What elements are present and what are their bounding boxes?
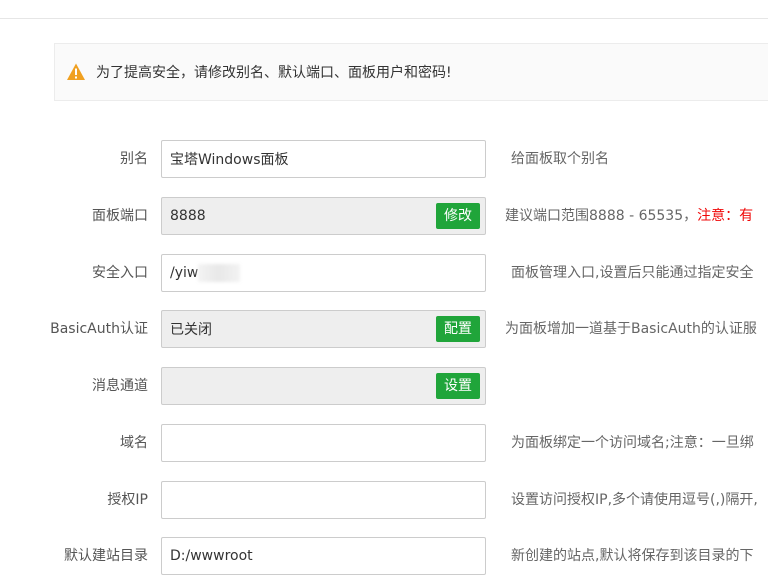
security-alert: 为了提高安全，请修改别名、默认端口、面板用户和密码! xyxy=(54,43,768,101)
message-settings-button[interactable]: 设置 xyxy=(436,373,480,399)
auth-ip-row: 授权IP 设置访问授权IP,多个请使用逗号(,)隔开, xyxy=(0,481,768,519)
port-label: 面板端口 xyxy=(92,208,148,224)
basicauth-row: BasicAuth认证 配置 为面板增加一道基于BasicAuth的认证服 xyxy=(0,310,768,348)
auth-ip-hint: 设置访问授权IP,多个请使用逗号(,)隔开, xyxy=(511,492,758,508)
redacted-mask xyxy=(198,264,240,282)
panel-settings-page: 为了提高安全，请修改别名、默认端口、面板用户和密码! 别名 给面板取个别名 面板… xyxy=(0,0,768,576)
domain-label: 域名 xyxy=(120,435,148,451)
port-hint: 建议端口范围8888 - 65535，注意：有 xyxy=(505,197,753,235)
alias-input[interactable] xyxy=(161,140,486,178)
site-dir-label: 默认建站目录 xyxy=(64,548,148,564)
auth-ip-input[interactable] xyxy=(161,481,486,519)
message-row: 消息通道 设置 xyxy=(0,367,768,405)
top-strip xyxy=(0,0,768,19)
port-hint-text: 建议端口范围8888 - 65535， xyxy=(505,208,698,224)
auth-ip-label: 授权IP xyxy=(107,492,148,508)
entrance-row: 安全入口 面板管理入口,设置后只能通过指定安全 xyxy=(0,254,768,292)
entrance-label: 安全入口 xyxy=(92,265,148,281)
message-label: 消息通道 xyxy=(92,378,148,394)
domain-hint: 为面板绑定一个访问域名;注意：一旦绑 xyxy=(511,435,754,451)
basicauth-label: BasicAuth认证 xyxy=(50,321,148,337)
alias-row: 别名 给面板取个别名 xyxy=(0,140,768,178)
port-row: 面板端口 修改 建议端口范围8888 - 65535，注意：有 xyxy=(0,197,768,235)
modify-port-button[interactable]: 修改 xyxy=(436,203,480,229)
warning-triangle-icon xyxy=(66,62,86,82)
site-dir-row: 默认建站目录 新创建的站点,默认将保存到该目录的下 xyxy=(0,537,768,575)
entrance-hint: 面板管理入口,设置后只能通过指定安全 xyxy=(511,265,754,281)
alert-text: 为了提高安全，请修改别名、默认端口、面板用户和密码! xyxy=(96,65,452,81)
domain-row: 域名 为面板绑定一个访问域名;注意：一旦绑 xyxy=(0,424,768,462)
configure-basicauth-button[interactable]: 配置 xyxy=(436,316,480,342)
alias-label: 别名 xyxy=(120,151,148,167)
site-dir-hint: 新创建的站点,默认将保存到该目录的下 xyxy=(511,548,754,564)
site-dir-input[interactable] xyxy=(161,537,486,575)
alias-hint: 给面板取个别名 xyxy=(511,151,609,167)
port-hint-warning: 注意：有 xyxy=(697,208,754,224)
domain-input[interactable] xyxy=(161,424,486,462)
basicauth-hint: 为面板增加一道基于BasicAuth的认证服 xyxy=(505,321,757,337)
